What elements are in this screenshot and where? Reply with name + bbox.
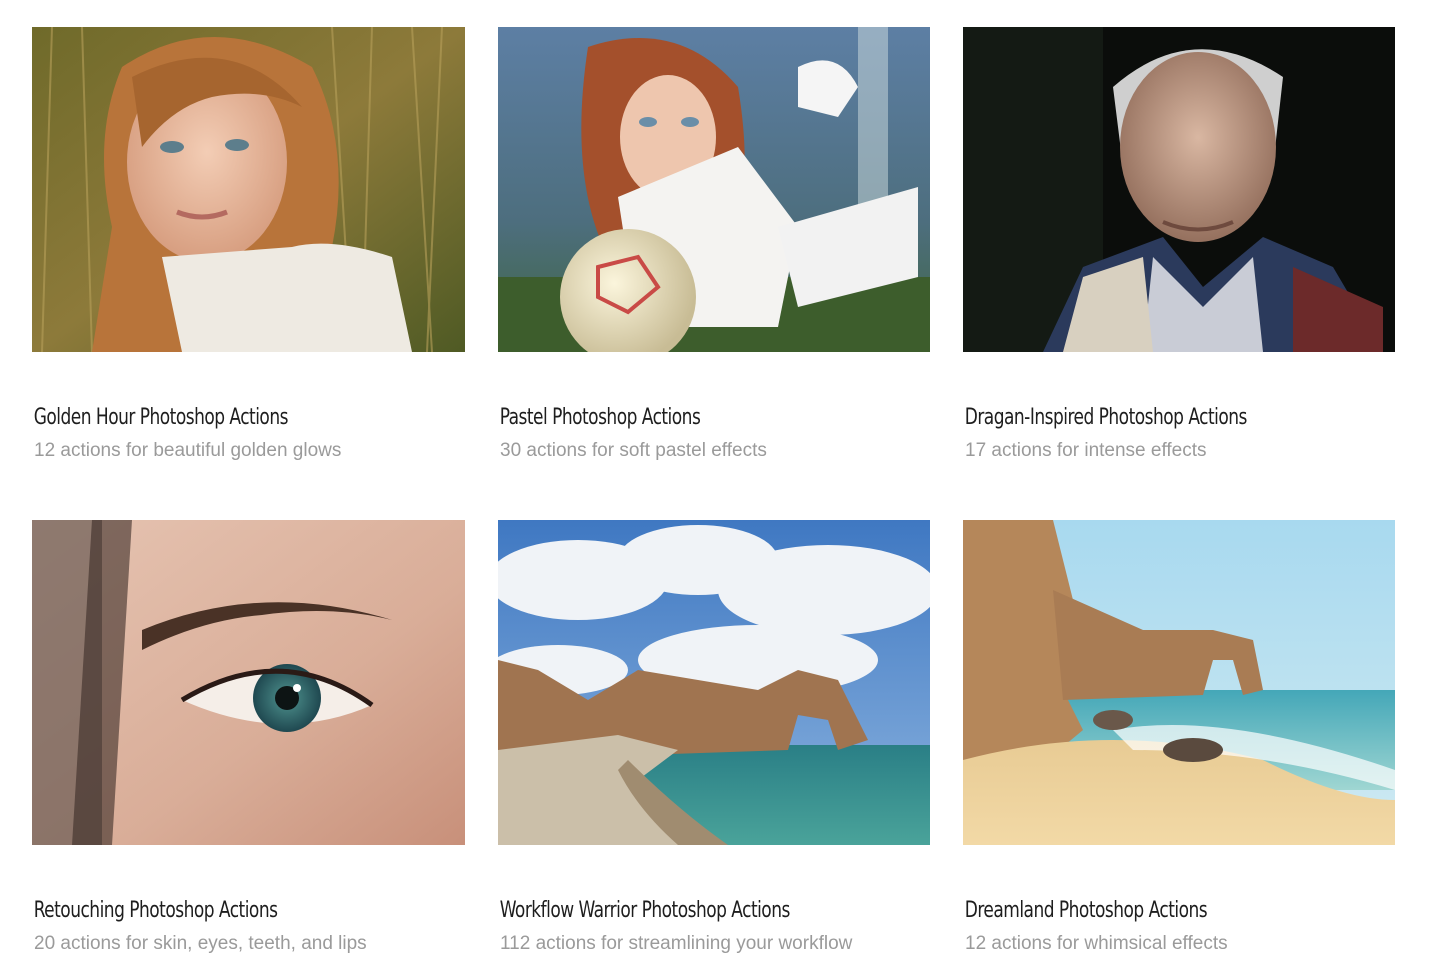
beach-cliffs-arch-photo bbox=[963, 520, 1395, 845]
product-card-pastel[interactable]: Pastel Photoshop Actions 30 actions for … bbox=[498, 27, 930, 520]
product-image[interactable] bbox=[963, 520, 1395, 845]
product-subtitle: 17 actions for intense effects bbox=[965, 440, 1207, 461]
woman-with-soccer-ball-photo bbox=[498, 27, 930, 352]
product-image[interactable] bbox=[498, 520, 930, 845]
product-image[interactable] bbox=[32, 520, 465, 845]
coastal-arch-landscape-photo bbox=[498, 520, 930, 845]
product-grid: Golden Hour Photoshop Actions 12 actions… bbox=[32, 27, 1396, 974]
product-card-retouching[interactable]: Retouching Photoshop Actions 20 actions … bbox=[32, 520, 465, 974]
product-card-dragan[interactable]: Dragan-Inspired Photoshop Actions 17 act… bbox=[963, 27, 1395, 520]
portrait-woman-field-photo bbox=[32, 27, 465, 352]
product-image[interactable] bbox=[963, 27, 1395, 352]
product-subtitle: 30 actions for soft pastel effects bbox=[500, 440, 767, 461]
product-subtitle: 12 actions for whimsical effects bbox=[965, 933, 1228, 954]
product-image[interactable] bbox=[498, 27, 930, 352]
product-subtitle: 20 actions for skin, eyes, teeth, and li… bbox=[34, 933, 367, 954]
product-title[interactable]: Golden Hour Photoshop Actions bbox=[32, 404, 404, 432]
product-subtitle: 12 actions for beautiful golden glows bbox=[34, 440, 342, 461]
product-title[interactable]: Retouching Photoshop Actions bbox=[32, 897, 404, 925]
product-image[interactable] bbox=[32, 27, 465, 352]
product-subtitle: 112 actions for streamlining your workfl… bbox=[500, 933, 853, 954]
product-title[interactable]: Dragan-Inspired Photoshop Actions bbox=[963, 404, 1335, 432]
close-up-eye-photo bbox=[32, 520, 465, 845]
product-card-workflow-warrior[interactable]: Workflow Warrior Photoshop Actions 112 a… bbox=[498, 520, 930, 974]
product-title[interactable]: Dreamland Photoshop Actions bbox=[963, 897, 1335, 925]
product-card-golden-hour[interactable]: Golden Hour Photoshop Actions 12 actions… bbox=[32, 27, 465, 520]
elderly-man-portrait-photo bbox=[963, 27, 1395, 352]
product-title[interactable]: Pastel Photoshop Actions bbox=[498, 404, 870, 432]
product-card-dreamland[interactable]: Dreamland Photoshop Actions 12 actions f… bbox=[963, 520, 1395, 974]
product-title[interactable]: Workflow Warrior Photoshop Actions bbox=[498, 897, 870, 925]
